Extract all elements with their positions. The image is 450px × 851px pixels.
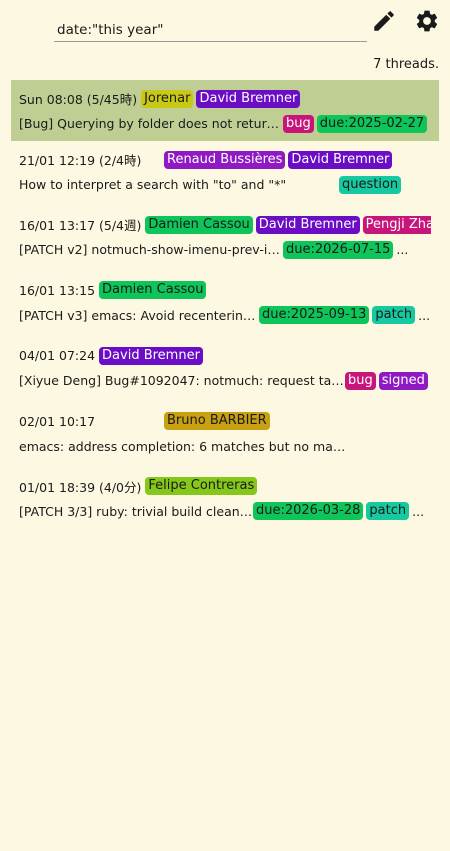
thread-header-line: 02/01 10:17 Bruno BARBIER — [19, 411, 431, 432]
author-chip: Damien Cassou — [99, 281, 207, 300]
thread-tags: due:2026-07-15... — [283, 240, 409, 259]
thread-date: Sun 08:08 (5/45時) — [19, 92, 138, 107]
thread-row[interactable]: 21/01 12:19 (2/4時) Renaud Bussières David … — [11, 141, 439, 206]
tags-overflow: ... — [412, 503, 425, 519]
thread-subject-line: [Xiyue Deng] Bug#1092047: notmuch: reque… — [19, 370, 431, 391]
thread-header-line: 16/01 13:17 (5/4週) Damien Cassou David Bre… — [19, 214, 431, 235]
thread-date: 01/01 18:39 (4/0分) — [19, 479, 142, 495]
thread-subject-line: [PATCH v2] notmuch-show-imenu-prev-in...… — [19, 239, 431, 260]
thread-subject: [Xiyue Deng] Bug#1092047: notmuch: reque… — [19, 373, 345, 389]
author-chip: Pengji Zhang — [362, 215, 431, 234]
thread-date: 21/01 12:19 (2/4時) — [19, 153, 142, 168]
tag-chip: question — [339, 175, 402, 194]
thread-subject: emacs: address completion: 6 matches but… — [19, 438, 349, 454]
tag-chip: due:2026-03-28 — [253, 502, 364, 521]
tag-chip: patch — [372, 306, 416, 325]
thread-subject-line: [PATCH 3/3] ruby: trivial build cleanup d… — [19, 501, 431, 522]
thread-header-line: 04/01 07:24 David Bremner — [19, 345, 431, 366]
thread-header-line: Sun 08:08 (5/45時) Jorenar David Bremner — [19, 88, 431, 109]
tags-overflow: ... — [418, 307, 431, 323]
author-chip: Bruno BARBIER — [164, 412, 270, 431]
thread-row[interactable]: 01/01 18:39 (4/0分) Felipe Contreras [PATCH… — [11, 468, 439, 533]
author-chip: David Bremner — [196, 89, 301, 108]
thread-header-line: 21/01 12:19 (2/4時) Renaud Bussières David … — [19, 149, 431, 170]
thread-list: Sun 08:08 (5/45時) Jorenar David Bremner [Bu… — [11, 80, 439, 533]
thread-header-line: 16/01 13:15 Damien Cassou — [19, 280, 431, 301]
author-chip: David Bremner — [99, 346, 203, 365]
author-chip: Jorenar — [141, 89, 194, 108]
settings-button[interactable] — [414, 8, 440, 34]
thread-subject-line: [Bug] Querying by folder does not return… — [19, 113, 431, 134]
thread-row[interactable]: 04/01 07:24 David Bremner [Xiyue Deng] Bug… — [11, 337, 439, 402]
author-chip: Damien Cassou — [145, 215, 253, 234]
thread-tags: question — [339, 175, 404, 194]
thread-subject: How to interpret a search with "to" and … — [19, 177, 287, 192]
thread-subject: [PATCH v3] emacs: Avoid recentering ... — [19, 307, 259, 323]
thread-row[interactable]: 02/01 10:17 Bruno BARBIER emacs: address c… — [11, 403, 439, 468]
pencil-icon — [374, 11, 394, 31]
tags-overflow: ... — [396, 242, 409, 258]
thread-count: 7 threads. — [373, 57, 439, 72]
thread-date: 02/01 10:17 — [19, 413, 96, 429]
thread-date: 04/01 07:24 — [19, 348, 96, 364]
thread-date: 16/01 13:17 (5/4週) — [19, 218, 142, 234]
thread-subject: [PATCH v2] notmuch-show-imenu-prev-in... — [19, 242, 283, 258]
thread-date: 16/01 13:15 — [19, 282, 96, 298]
tags-overflow: ... — [430, 116, 431, 131]
tag-chip: patch — [366, 502, 410, 521]
thread-subject: [PATCH 3/3] ruby: trivial build cleanup — [19, 503, 253, 519]
tag-chip: bug — [283, 114, 314, 133]
author-chip: Renaud Bussières — [164, 150, 286, 169]
thread-tags: due:2025-09-13 patch... — [259, 306, 431, 325]
thread-subject: [Bug] Querying by folder does not return… — [19, 116, 283, 131]
search-input[interactable] — [54, 14, 367, 42]
tag-chip: signed — [378, 371, 428, 390]
edit-button[interactable] — [371, 8, 397, 34]
gear-icon — [416, 10, 438, 32]
thread-tags: bugdue:2025-02-27... — [283, 114, 431, 133]
author-chip: David Bremner — [288, 150, 393, 169]
thread-row[interactable]: Sun 08:08 (5/45時) Jorenar David Bremner [Bu… — [11, 80, 439, 141]
author-chip: David Bremner — [255, 215, 360, 234]
tag-chip: due:2025-09-13 — [259, 306, 370, 325]
thread-row[interactable]: 16/01 13:17 (5/4週) Damien Cassou David Bre… — [11, 206, 439, 271]
thread-tags: bug signed — [345, 371, 431, 390]
author-chip: Felipe Contreras — [145, 477, 258, 496]
thread-subject-line: [PATCH v3] emacs: Avoid recentering ... d… — [19, 305, 431, 326]
top-bar — [0, 0, 450, 56]
thread-header-line: 01/01 18:39 (4/0分) Felipe Contreras — [19, 476, 431, 497]
thread-tags: due:2026-03-28 patch... — [253, 502, 425, 521]
tag-chip: bug — [345, 371, 376, 390]
tag-chip: due:2025-02-27 — [316, 114, 428, 133]
thread-row[interactable]: 16/01 13:15 Damien Cassou [PATCH v3] emacs… — [11, 272, 439, 337]
tag-chip: due:2026-07-15 — [283, 240, 394, 259]
thread-subject-line: emacs: address completion: 6 matches but… — [19, 436, 431, 457]
thread-subject-line: How to interpret a search with "to" and … — [19, 174, 431, 195]
